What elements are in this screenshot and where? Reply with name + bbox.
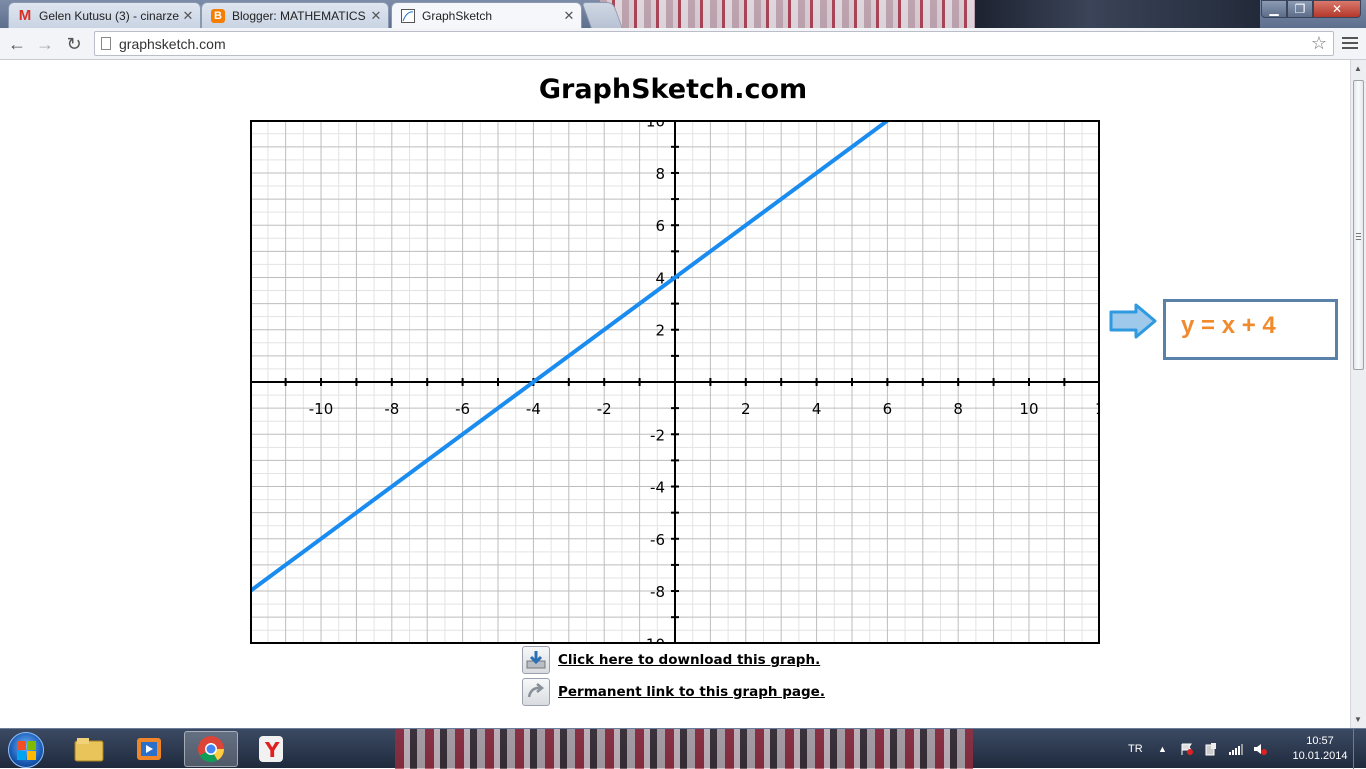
x-tick-label: 2	[741, 400, 751, 418]
y-tick-label: 8	[655, 165, 665, 183]
close-tab-icon[interactable]: ✕	[370, 8, 382, 24]
grip-icon	[1356, 231, 1361, 242]
blogger-icon: B	[210, 8, 226, 24]
download-graph-row[interactable]: Click here to download this graph.	[522, 646, 820, 674]
language-indicator[interactable]: TR	[1128, 729, 1143, 769]
permanent-link-row[interactable]: Permanent link to this graph page.	[522, 678, 825, 706]
forward-button[interactable]: →	[33, 32, 57, 56]
graphsketch-icon	[400, 8, 416, 24]
desktop-wallpaper-strip	[975, 0, 1260, 28]
taskbar-explorer[interactable]	[62, 731, 116, 767]
tab-title: GraphSketch	[422, 8, 493, 23]
reload-icon: ↻	[66, 33, 82, 54]
equation-callout: y = x + 4	[1163, 299, 1338, 360]
folder-icon	[74, 738, 104, 762]
graph-canvas: -10-8-6-4-22468101-10-8-6-4-2246810	[250, 120, 1100, 644]
y-tick-label: -4	[650, 479, 665, 497]
page-icon	[101, 37, 111, 50]
permanent-link[interactable]: Permanent link to this graph page.	[558, 684, 825, 700]
media-player-icon	[137, 738, 161, 760]
tab-title: Gelen Kutusu (3) - cinarze	[39, 8, 180, 23]
device-icon[interactable]	[1204, 729, 1218, 769]
scroll-up-icon[interactable]: ▲	[1354, 64, 1362, 73]
graph-plot: -10-8-6-4-22468101-10-8-6-4-2246810	[252, 122, 1098, 642]
svg-text:Y: Y	[264, 738, 280, 762]
tab-strip: M Gelen Kutusu (3) - cinarze ✕ B Blogger…	[0, 0, 1366, 28]
vertical-scrollbar[interactable]: ▲ ▼	[1350, 60, 1366, 728]
taskbar-chrome[interactable]	[184, 731, 238, 767]
minimize-button[interactable]: ▁	[1261, 0, 1287, 18]
y-tick-label: 10	[646, 122, 665, 131]
chrome-icon	[198, 736, 225, 763]
link-arrow-icon	[522, 678, 550, 706]
chrome-menu-icon[interactable]	[1342, 34, 1358, 52]
page-title: GraphSketch.com	[538, 74, 808, 105]
x-tick-label: -6	[455, 400, 470, 418]
x-tick-label: -2	[597, 400, 612, 418]
series-line	[252, 122, 889, 593]
download-icon	[522, 646, 550, 674]
close-tab-icon[interactable]: ✕	[182, 8, 194, 24]
tab-graphsketch[interactable]: GraphSketch ✕	[391, 2, 582, 28]
forward-arrow-icon: →	[36, 33, 54, 54]
x-tick-label: 8	[953, 400, 963, 418]
close-window-button[interactable]: ✕	[1313, 0, 1361, 18]
bookmark-star-icon[interactable]: ☆	[1311, 33, 1327, 54]
taskbar-yandex[interactable]: Y	[244, 731, 298, 767]
tab-title: Blogger: MATHEMATICS	[232, 8, 366, 23]
equation-label: y = x + 4	[1181, 312, 1276, 339]
desktop-wallpaper-strip	[600, 0, 980, 28]
start-button[interactable]	[8, 732, 44, 768]
windows-logo-icon	[17, 741, 26, 750]
clock-date: 10.01.2014	[1292, 750, 1348, 762]
x-tick-label: 4	[812, 400, 822, 418]
arrow-right-icon	[1109, 303, 1157, 339]
x-tick-label: 10	[1019, 400, 1038, 418]
x-tick-label: 6	[883, 400, 893, 418]
page-content: GraphSketch.com -10 -8 -6 -4 -2 2 4 6 8 10 1 -10 -8 -…	[0, 60, 1350, 728]
close-tab-icon[interactable]: ✕	[563, 8, 575, 24]
network-signal-icon[interactable]	[1228, 729, 1244, 769]
scroll-down-icon[interactable]: ▼	[1354, 715, 1362, 724]
y-tick-label: -10	[641, 635, 666, 642]
reload-button[interactable]: ↻	[62, 32, 86, 56]
y-tick-label: -8	[650, 583, 665, 601]
address-bar[interactable]: graphsketch.com ☆	[94, 31, 1334, 56]
yandex-icon: Y	[259, 736, 283, 762]
x-tick-label: 1	[1095, 400, 1098, 418]
tab-gmail[interactable]: M Gelen Kutusu (3) - cinarze ✕	[8, 2, 201, 28]
x-tick-label: -10	[309, 400, 334, 418]
y-tick-label: 2	[655, 322, 665, 340]
volume-muted-icon[interactable]	[1252, 729, 1268, 769]
gmail-icon: M	[18, 7, 32, 24]
clock-time: 10:57	[1306, 735, 1334, 747]
desktop-wallpaper-strip	[395, 729, 973, 769]
action-center-icon[interactable]	[1180, 729, 1194, 769]
tab-blogger[interactable]: B Blogger: MATHEMATICS ✕	[201, 2, 389, 28]
scrollbar-thumb[interactable]	[1353, 80, 1364, 370]
system-clock[interactable]: 10:57 10.01.2014	[1290, 734, 1350, 764]
back-button[interactable]: ←	[5, 32, 29, 56]
restore-icon: ❐	[1294, 2, 1306, 16]
close-icon: ✕	[1331, 2, 1343, 16]
y-tick-label: -2	[650, 426, 665, 444]
minimize-icon: ▁	[1269, 2, 1279, 16]
y-tick-label: -6	[650, 531, 665, 549]
back-arrow-icon: ←	[8, 33, 26, 54]
url-text: graphsketch.com	[119, 36, 226, 52]
taskbar-media-player[interactable]	[122, 731, 176, 767]
download-graph-link[interactable]: Click here to download this graph.	[558, 652, 820, 668]
browser-toolbar: ← → ↻ graphsketch.com ☆	[0, 28, 1366, 60]
x-tick-label: -8	[384, 400, 399, 418]
x-tick-label: -4	[526, 400, 541, 418]
maximize-button[interactable]: ❐	[1287, 0, 1313, 18]
y-tick-label: 6	[655, 217, 665, 235]
show-desktop-button[interactable]	[1353, 729, 1366, 769]
windows-taskbar: Y TR ▲ 10:57 10.01.2014	[0, 728, 1366, 769]
show-hidden-icons-button[interactable]: ▲	[1158, 729, 1167, 769]
